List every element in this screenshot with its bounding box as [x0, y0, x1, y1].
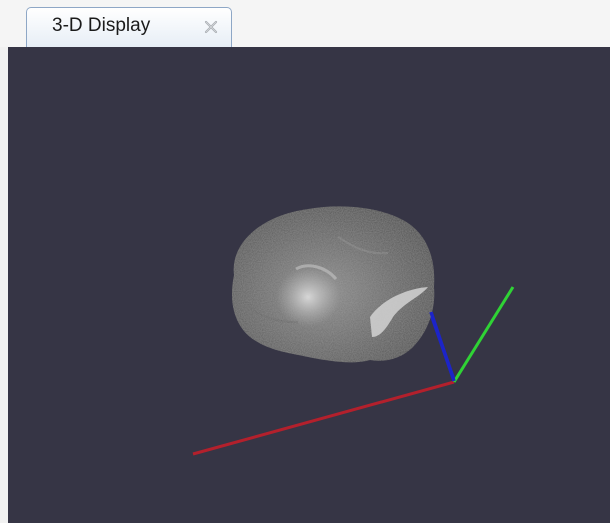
tab-3d-display[interactable]: 3-D Display [26, 7, 232, 47]
3d-viewport[interactable] [8, 47, 610, 523]
left-frame-border [0, 47, 8, 523]
z-axis-front [429, 311, 456, 382]
close-icon[interactable] [201, 17, 221, 37]
y-axis [452, 286, 515, 383]
brain-volume-render [231, 206, 435, 363]
x-axis [192, 380, 455, 456]
tab-strip: 3-D Display [0, 0, 610, 47]
3d-scene [192, 206, 515, 456]
tab-title: 3-D Display [52, 15, 151, 36]
3d-display-window: 3-D Display [0, 0, 610, 523]
